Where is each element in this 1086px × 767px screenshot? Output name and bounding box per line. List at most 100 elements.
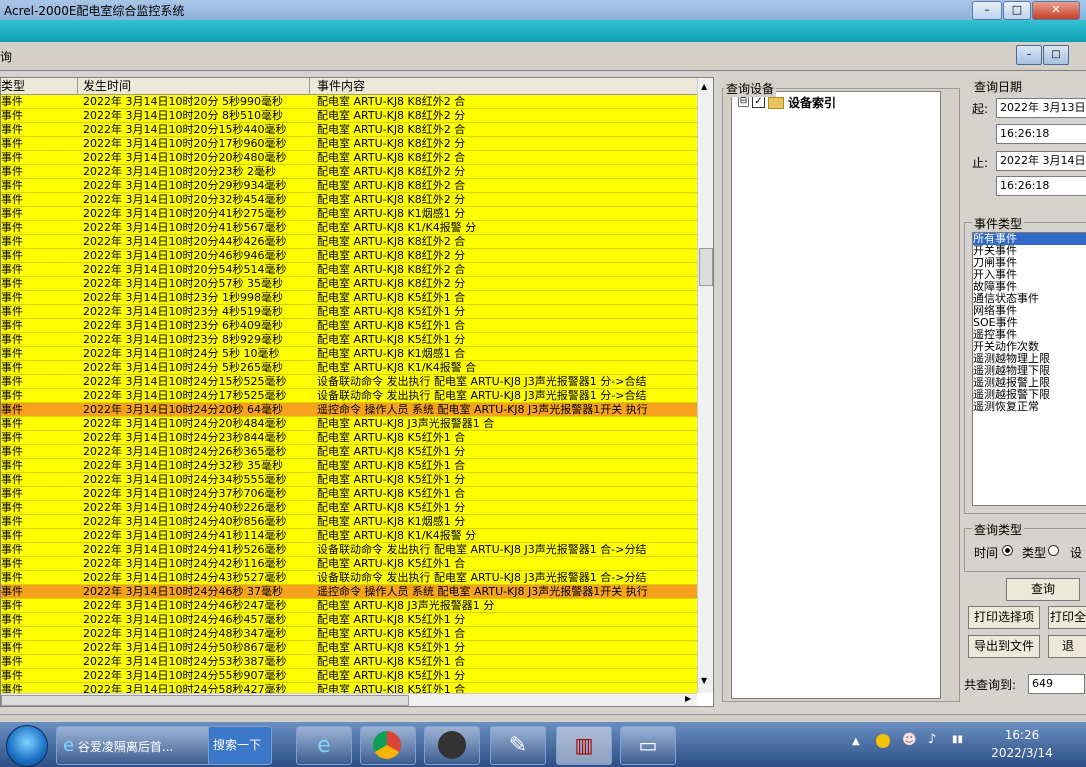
horizontal-scrollbar[interactable]: ▶ (1, 693, 697, 706)
table-row[interactable]: 事件 2022年 3月14日10时24分26秒365毫秒 配电室 ARTU-KJ8 … (1, 445, 697, 459)
column-header-time[interactable]: 发生时间 (83, 79, 131, 93)
print-selection-button[interactable]: 打印选择项 (968, 606, 1040, 629)
date-group-label: 查询日期 (972, 78, 1025, 95)
table-row[interactable]: 事件 2022年 3月14日10时24分17秒525毫秒 设备联动命令 发出执行 配… (1, 389, 697, 403)
radio-time-label[interactable]: 时间 (974, 544, 998, 561)
end-time-field[interactable]: 16:26:18 (996, 176, 1086, 196)
table-row[interactable]: 事件 2022年 3月14日10时20分17秒960毫秒 配电室 ARTU-KJ8 … (1, 137, 697, 151)
table-row[interactable]: 事件 2022年 3月14日10时24分37秒706毫秒 配电室 ARTU-KJ8 … (1, 487, 697, 501)
tray-app-icon[interactable] (876, 734, 890, 748)
taskbar-app-pin[interactable]: ▥ (556, 726, 612, 765)
table-row[interactable]: 事件 2022年 3月14日10时24分20秒484毫秒 配电室 ARTU-KJ8 … (1, 417, 697, 431)
table-row[interactable]: 事件 2022年 3月14日10时20分44秒426毫秒 配电室 ARTU-KJ8 … (1, 235, 697, 249)
close-button[interactable]: ✕ (1032, 1, 1080, 20)
table-row[interactable]: 事件 2022年 3月14日10时24分15秒525毫秒 设备联动命令 发出执行 配… (1, 375, 697, 389)
table-row[interactable]: 事件 2022年 3月14日10时23分 1秒998毫秒 配电室 ARTU-KJ8 … (1, 291, 697, 305)
table-row[interactable]: 事件 2022年 3月14日10时23分 4秒519毫秒 配电室 ARTU-KJ8 … (1, 305, 697, 319)
table-row[interactable]: 事件 2022年 3月14日10时24分 5秒265毫秒 配电室 ARTU-KJ8 … (1, 361, 697, 375)
table-row[interactable]: 事件 2022年 3月14日10时20分23秒 2毫秒 配电室 ARTU-KJ8 K… (1, 165, 697, 179)
device-frame: ⊟ ✓ 设备索引 (722, 88, 960, 702)
tray-network-icon[interactable]: ▮▮ (952, 734, 963, 745)
taskbar-paint-pin[interactable]: ✎ (490, 726, 546, 765)
taskbar-ie-pin[interactable]: e (296, 726, 352, 765)
table-row[interactable]: 事件 2022年 3月14日10时23分 8秒929毫秒 配电室 ARTU-KJ8 … (1, 333, 697, 347)
taskbar-media-pin[interactable] (424, 726, 480, 765)
cell-content: 遥控命令 操作人员 系统 配电室 ARTU-KJ8 J3声光报警器1开关 执行 (317, 403, 648, 416)
table-row[interactable]: 事件 2022年 3月14日10时24分46秒457毫秒 配电室 ARTU-KJ8 … (1, 613, 697, 627)
table-row[interactable]: 事件 2022年 3月14日10时24分50秒867毫秒 配电室 ARTU-KJ8 … (1, 641, 697, 655)
start-time-field[interactable]: 16:26:18 (996, 124, 1086, 144)
scroll-down-icon[interactable]: ▼ (701, 676, 707, 685)
clock-date[interactable]: 2022/3/14 (984, 746, 1060, 760)
event-type-item[interactable]: 遥测恢复正常 (973, 401, 1086, 413)
maximize-button[interactable]: □ (1003, 1, 1031, 20)
table-row[interactable]: 事件 2022年 3月14日10时24分20秒 64毫秒 遥控命令 操作人员 系统 … (1, 403, 697, 417)
child-window-bar: 询 – □ (0, 42, 1086, 71)
table-row[interactable]: 事件 2022年 3月14日10时20分54秒514毫秒 配电室 ARTU-KJ8 … (1, 263, 697, 277)
table-row[interactable]: 事件 2022年 3月14日10时24分 5秒 10毫秒 配电室 ARTU-KJ8 … (1, 347, 697, 361)
clock-time[interactable]: 16:26 (992, 728, 1052, 742)
table-row[interactable]: 事件 2022年 3月14日10时24分42秒116毫秒 配电室 ARTU-KJ8 … (1, 557, 697, 571)
table-row[interactable]: 事件 2022年 3月14日10时24分53秒387毫秒 配电室 ARTU-KJ8 … (1, 655, 697, 669)
tray-volume-icon[interactable]: ♪ (928, 732, 936, 747)
tree-expand-icon[interactable]: ⊟ (738, 96, 749, 107)
table-row[interactable]: 事件 2022年 3月14日10时24分41秒526毫秒 设备联动命令 发出执行 配… (1, 543, 697, 557)
cell-type: 事件 (1, 431, 23, 444)
tree-root-label[interactable]: 设备索引 (788, 94, 836, 111)
table-row[interactable]: 事件 2022年 3月14日10时20分20秒480毫秒 配电室 ARTU-KJ8 … (1, 151, 697, 165)
table-row[interactable]: 事件 2022年 3月14日10时20分41秒567毫秒 配电室 ARTU-KJ8 … (1, 221, 697, 235)
cell-content: 配电室 ARTU-KJ8 K5红外1 分 (317, 473, 466, 486)
table-row[interactable]: 事件 2022年 3月14日10时24分41秒114毫秒 配电室 ARTU-KJ8 … (1, 529, 697, 543)
column-header-type[interactable]: 类型 (1, 79, 25, 93)
print-all-button[interactable]: 打印全 (1048, 606, 1086, 629)
event-type-list[interactable]: 所有事件 开关事件 刀闸事件 开入事件 故障事件 通信状态事件 网络事件 SOE事件 遥控事件开… (972, 232, 1086, 506)
table-row[interactable]: 事件 2022年 3月14日10时20分32秒454毫秒 配电室 ARTU-KJ8 … (1, 193, 697, 207)
table-row[interactable]: 事件 2022年 3月14日10时23分 6秒409毫秒 配电室 ARTU-KJ8 … (1, 319, 697, 333)
table-row[interactable]: 事件 2022年 3月14日10时24分40秒226毫秒 配电室 ARTU-KJ8 … (1, 501, 697, 515)
table-row[interactable]: 事件 2022年 3月14日10时24分58秒427毫秒 配电室 ARTU-KJ8 … (1, 683, 697, 693)
table-row[interactable]: 事件 2022年 3月14日10时20分57秒 35毫秒 配电室 ARTU-KJ8 … (1, 277, 697, 291)
hscroll-thumb[interactable] (1, 695, 409, 706)
radio-time[interactable] (1002, 545, 1013, 556)
table-row[interactable]: 事件 2022年 3月14日10时24分48秒347毫秒 配电室 ARTU-KJ8 … (1, 627, 697, 641)
child-maximize-button[interactable]: □ (1043, 45, 1069, 65)
query-button[interactable]: 查询 (1006, 578, 1080, 601)
table-row[interactable]: 事件 2022年 3月14日10时24分34秒555毫秒 配电室 ARTU-KJ8 … (1, 473, 697, 487)
taskbar-search-item[interactable]: 搜索一下 (208, 726, 272, 765)
cell-time: 2022年 3月14日10时20分17秒960毫秒 (83, 137, 287, 150)
ie-icon: e (63, 735, 75, 756)
radio-type[interactable] (1048, 545, 1059, 556)
table-row[interactable]: 事件 2022年 3月14日10时20分29秒934毫秒 配电室 ARTU-KJ8 … (1, 179, 697, 193)
end-date-field[interactable]: 2022年 3月14日 (996, 151, 1086, 171)
table-row[interactable]: 事件 2022年 3月14日10时24分55秒907毫秒 配电室 ARTU-KJ8 … (1, 669, 697, 683)
export-file-button[interactable]: 导出到文件 (968, 635, 1040, 658)
radio-device-label[interactable]: 设 (1070, 544, 1082, 561)
table-row[interactable]: 事件 2022年 3月14日10时24分46秒247毫秒 配电室 ARTU-KJ8 … (1, 599, 697, 613)
scroll-up-icon[interactable]: ▲ (701, 82, 707, 91)
taskbar-monitor-pin[interactable]: ▭ (620, 726, 676, 765)
table-row[interactable]: 事件 2022年 3月14日10时20分15秒440毫秒 配电室 ARTU-KJ8 … (1, 123, 697, 137)
start-orb-icon[interactable] (6, 725, 48, 767)
tray-arrow-icon[interactable]: ▲ (852, 736, 860, 747)
child-minimize-button[interactable]: – (1016, 45, 1042, 65)
scroll-right-icon[interactable]: ▶ (685, 694, 691, 703)
table-row[interactable]: 事件 2022年 3月14日10时20分46秒946毫秒 配电室 ARTU-KJ8 … (1, 249, 697, 263)
taskbar-chrome-pin[interactable] (360, 726, 416, 765)
table-row[interactable]: 事件 2022年 3月14日10时20分 8秒510毫秒 配电室 ARTU-KJ8 … (1, 109, 697, 123)
table-row[interactable]: 事件 2022年 3月14日10时24分43秒527毫秒 设备联动命令 发出执行 配… (1, 571, 697, 585)
vertical-scrollbar[interactable]: ▲ ▼ (697, 78, 713, 693)
scroll-thumb[interactable] (699, 248, 713, 286)
minimize-button[interactable]: – (972, 1, 1002, 20)
table-row[interactable]: 事件 2022年 3月14日10时24分40秒856毫秒 配电室 ARTU-KJ8 … (1, 515, 697, 529)
exit-button[interactable]: 退 (1048, 635, 1086, 658)
column-header-content[interactable]: 事件内容 (317, 79, 365, 93)
start-date-field[interactable]: 2022年 3月13日 (996, 98, 1086, 118)
tray-user-icon[interactable]: ☻ (902, 732, 917, 748)
table-row[interactable]: 事件 2022年 3月14日10时24分32秒 35毫秒 配电室 ARTU-KJ8 … (1, 459, 697, 473)
table-row[interactable]: 事件 2022年 3月14日10时20分41秒275毫秒 配电室 ARTU-KJ8 … (1, 207, 697, 221)
radio-type-label[interactable]: 类型 (1022, 544, 1046, 561)
taskbar-ie-item[interactable]: e 谷爱凌隔离后首... (56, 726, 214, 765)
table-row[interactable]: 事件 2022年 3月14日10时20分 5秒990毫秒 配电室 ARTU-KJ8 … (1, 95, 697, 109)
table-row[interactable]: 事件 2022年 3月14日10时24分46秒 37毫秒 遥控命令 操作人员 系统 … (1, 585, 697, 599)
table-row[interactable]: 事件 2022年 3月14日10时24分23秒844毫秒 配电室 ARTU-KJ8 … (1, 431, 697, 445)
